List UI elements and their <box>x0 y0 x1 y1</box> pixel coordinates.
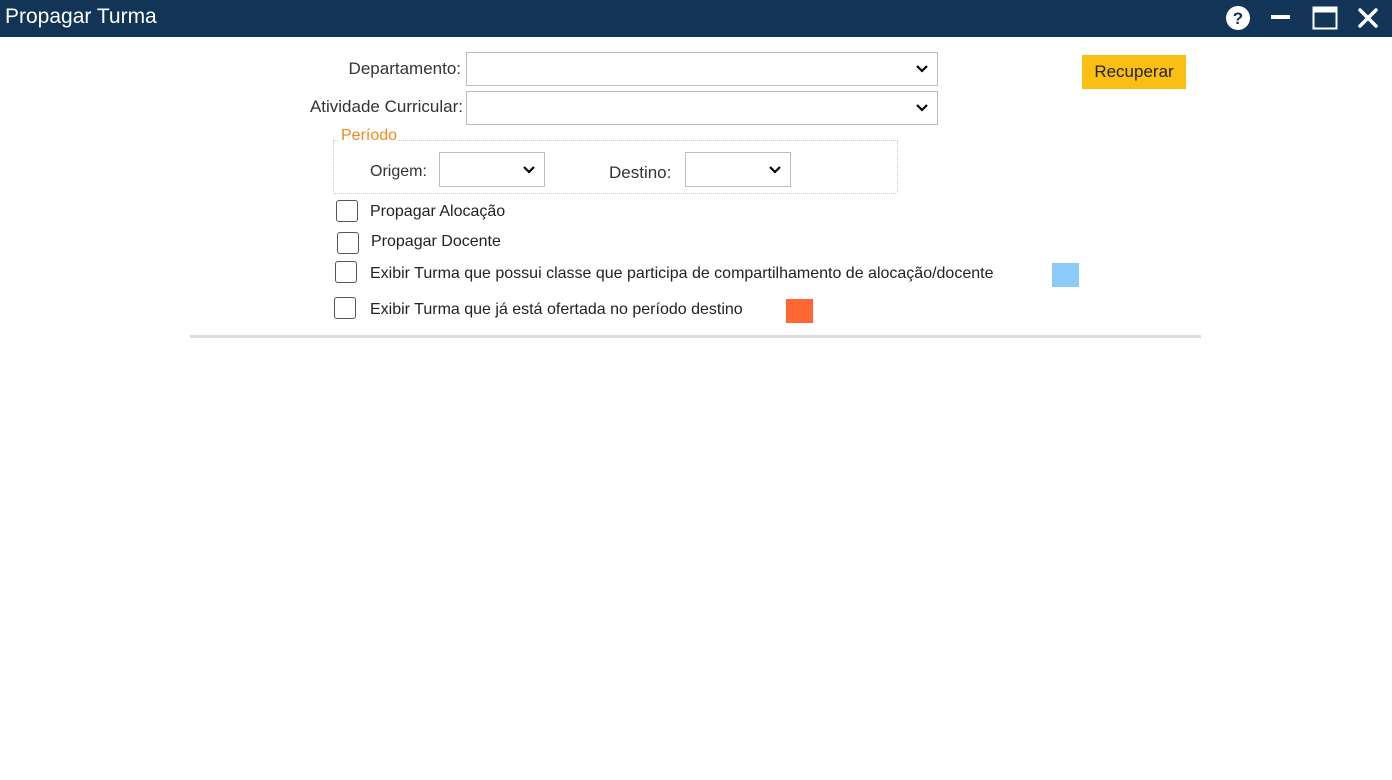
departamento-label: Departamento: <box>348 59 461 78</box>
exibir-ofertada-label: Exibir Turma que já está ofertada no per… <box>370 301 743 318</box>
origem-label: Origem: <box>370 163 427 180</box>
exibir-ofertada-checkbox[interactable] <box>334 297 356 319</box>
chevron-down-icon <box>916 65 928 73</box>
chevron-down-icon <box>769 165 781 174</box>
chevron-down-icon <box>523 165 535 174</box>
propagar-docente-label: Propagar Docente <box>371 233 501 250</box>
exibir-compartilhamento-checkbox[interactable] <box>335 261 357 283</box>
divider <box>190 335 1201 338</box>
propagar-alocacao-label: Propagar Alocação <box>370 203 506 220</box>
periodo-legend: Período <box>339 127 400 145</box>
svg-text:?: ? <box>1233 9 1243 28</box>
recuperar-button[interactable]: Recuperar <box>1082 55 1186 89</box>
maximize-icon[interactable] <box>1310 4 1340 32</box>
departamento-select[interactable] <box>466 52 938 86</box>
origem-select[interactable] <box>439 152 545 187</box>
minimize-icon[interactable] <box>1266 4 1296 32</box>
window-title: Propagar Turma <box>5 5 157 28</box>
exibir-compartilhamento-label: Exibir Turma que possui classe que parti… <box>370 265 994 282</box>
atividade-label: Atividade Curricular: <box>309 97 463 116</box>
propagar-docente-checkbox[interactable] <box>337 232 359 254</box>
chevron-down-icon <box>916 104 928 112</box>
destino-select[interactable] <box>685 152 791 187</box>
close-icon[interactable] <box>1353 4 1383 32</box>
destino-label: Destino: <box>609 163 672 182</box>
atividade-select[interactable] <box>466 91 938 125</box>
ofertada-color-swatch <box>786 299 813 323</box>
title-bar: Propagar Turma ? <box>0 0 1392 37</box>
compartilhamento-color-swatch <box>1052 263 1079 287</box>
help-icon[interactable]: ? <box>1223 4 1253 32</box>
propagar-alocacao-checkbox[interactable] <box>336 200 358 222</box>
